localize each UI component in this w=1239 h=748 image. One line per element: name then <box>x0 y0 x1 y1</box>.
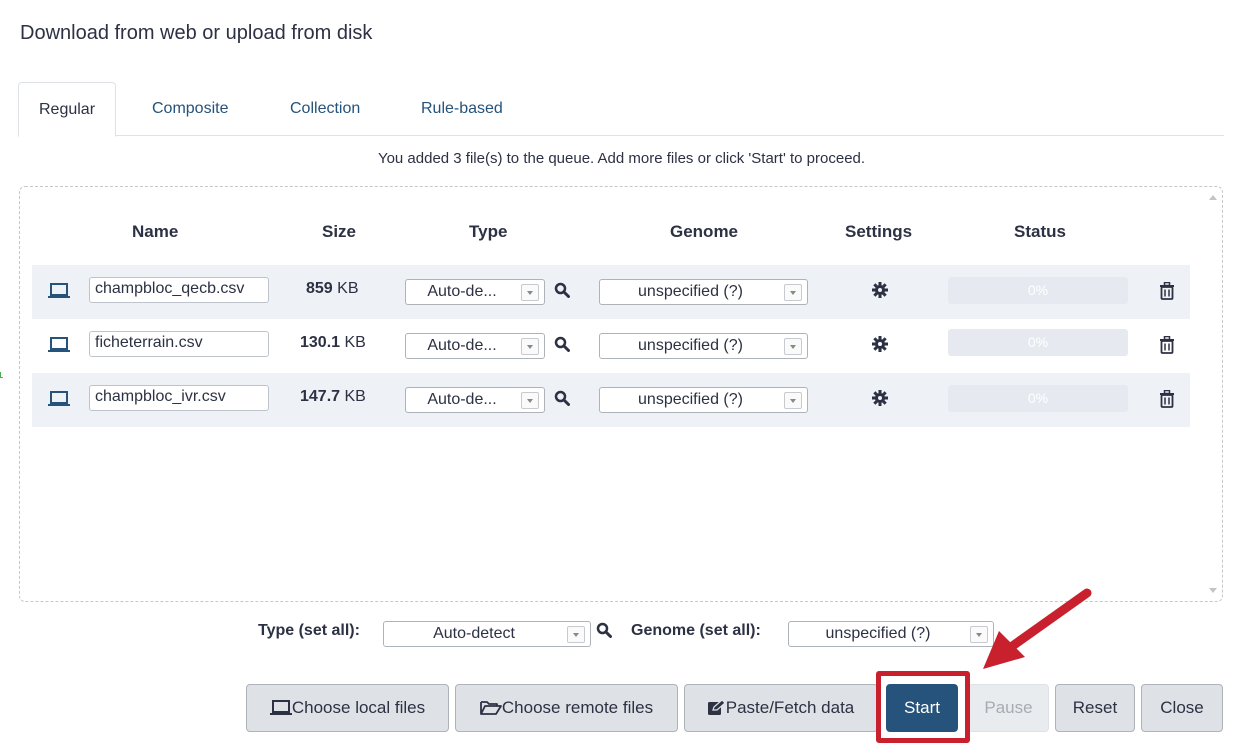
edit-icon <box>707 699 726 715</box>
start-button-highlight <box>876 671 970 743</box>
laptop-icon <box>48 337 70 352</box>
type-select-value: Auto-de... <box>427 283 497 300</box>
table-row: champbloc_ivr.csv 147.7 KB Auto-de... un… <box>32 373 1190 427</box>
laptop-icon <box>48 283 70 298</box>
type-set-all-select[interactable]: Auto-detect <box>383 621 591 647</box>
scroll-up-icon[interactable] <box>1209 195 1217 200</box>
laptop-icon <box>48 391 70 406</box>
genome-select[interactable]: unspecified (?) <box>599 387 808 413</box>
file-size: 147.7 KB <box>300 388 366 406</box>
column-header-status: Status <box>1014 222 1066 241</box>
scroll-down-icon[interactable] <box>1209 588 1217 593</box>
genome-set-all-select[interactable]: unspecified (?) <box>788 621 994 647</box>
upload-progress: 0% <box>948 385 1128 412</box>
chevron-down-icon <box>784 392 802 409</box>
search-icon[interactable] <box>554 282 570 298</box>
type-set-all-label: Type (set all): <box>258 622 360 639</box>
type-select-value: Auto-de... <box>427 337 497 354</box>
dialog-title: Download from web or upload from disk <box>20 22 373 44</box>
genome-set-all-value: unspecified (?) <box>825 625 931 642</box>
genome-select-value: unspecified (?) <box>638 391 743 408</box>
close-button[interactable]: Close <box>1141 684 1223 732</box>
tab-composite[interactable]: Composite <box>132 82 248 136</box>
size-value: 147.7 <box>300 388 341 405</box>
gear-icon[interactable] <box>872 390 888 406</box>
type-select[interactable]: Auto-de... <box>405 279 545 305</box>
trash-icon[interactable] <box>1159 390 1175 408</box>
edge-mark <box>0 372 3 378</box>
size-value: 130.1 <box>300 334 341 351</box>
column-header-name: Name <box>132 222 179 241</box>
type-select[interactable]: Auto-de... <box>405 333 545 359</box>
size-unit: KB <box>337 280 359 297</box>
scrollbar[interactable] <box>1206 189 1220 599</box>
folder-open-icon <box>480 701 502 715</box>
size-unit: KB <box>344 388 366 405</box>
type-set-all-value: Auto-detect <box>433 625 515 642</box>
upload-progress: 0% <box>948 329 1128 356</box>
column-header-genome: Genome <box>670 222 739 241</box>
chevron-down-icon <box>521 284 539 301</box>
genome-select-value: unspecified (?) <box>638 337 743 354</box>
tab-rule-based[interactable]: Rule-based <box>401 82 523 136</box>
table-row: champbloc_qecb.csv 859 KB Auto-de... uns… <box>32 265 1190 319</box>
tab-regular[interactable]: Regular <box>18 82 117 137</box>
chevron-down-icon <box>784 338 802 355</box>
size-unit: KB <box>344 334 366 351</box>
upload-progress: 0% <box>948 277 1128 304</box>
file-size: 859 KB <box>306 280 359 298</box>
search-icon[interactable] <box>554 390 570 406</box>
tab-collection[interactable]: Collection <box>270 82 380 136</box>
choose-remote-files-button[interactable]: Choose remote files <box>455 684 678 732</box>
chevron-down-icon <box>567 626 585 643</box>
file-size: 130.1 KB <box>300 334 366 352</box>
chevron-down-icon <box>521 338 539 355</box>
genome-select-value: unspecified (?) <box>638 283 743 300</box>
genome-select[interactable]: unspecified (?) <box>599 279 808 305</box>
file-name-input[interactable]: champbloc_qecb.csv <box>89 277 269 303</box>
chevron-down-icon <box>784 284 802 301</box>
search-icon[interactable] <box>554 336 570 352</box>
genome-select[interactable]: unspecified (?) <box>599 333 808 359</box>
column-header-settings: Settings <box>845 222 913 241</box>
column-header-size: Size <box>322 222 357 241</box>
type-select[interactable]: Auto-de... <box>405 387 545 413</box>
reset-button[interactable]: Reset <box>1055 684 1135 732</box>
arrow-icon <box>983 588 1092 669</box>
table-row: ficheterrain.csv 130.1 KB Auto-de... uns… <box>32 319 1190 373</box>
genome-set-all-label: Genome (set all): <box>631 622 761 639</box>
queue-message: You added 3 file(s) to the queue. Add mo… <box>377 150 866 167</box>
paste-fetch-data-label: Paste/Fetch data <box>725 698 855 717</box>
pause-button[interactable]: Pause <box>968 684 1049 732</box>
choose-local-files-label: Choose local files <box>291 698 426 717</box>
gear-icon[interactable] <box>872 282 888 298</box>
size-value: 859 <box>306 280 333 297</box>
choose-remote-files-label: Choose remote files <box>501 698 654 717</box>
chevron-down-icon <box>521 392 539 409</box>
trash-icon[interactable] <box>1159 336 1175 354</box>
file-name-input[interactable]: champbloc_ivr.csv <box>89 385 269 411</box>
choose-local-files-button[interactable]: Choose local files <box>246 684 449 732</box>
type-select-value: Auto-de... <box>427 391 497 408</box>
gear-icon[interactable] <box>872 336 888 352</box>
column-header-type: Type <box>469 222 508 241</box>
search-icon[interactable] <box>596 622 612 638</box>
laptop-icon <box>269 700 292 715</box>
file-name-input[interactable]: ficheterrain.csv <box>89 331 269 357</box>
trash-icon[interactable] <box>1159 282 1175 300</box>
paste-fetch-data-button[interactable]: Paste/Fetch data <box>684 684 878 732</box>
upload-tabs: Regular Composite Collection Rule-based <box>18 82 1224 137</box>
